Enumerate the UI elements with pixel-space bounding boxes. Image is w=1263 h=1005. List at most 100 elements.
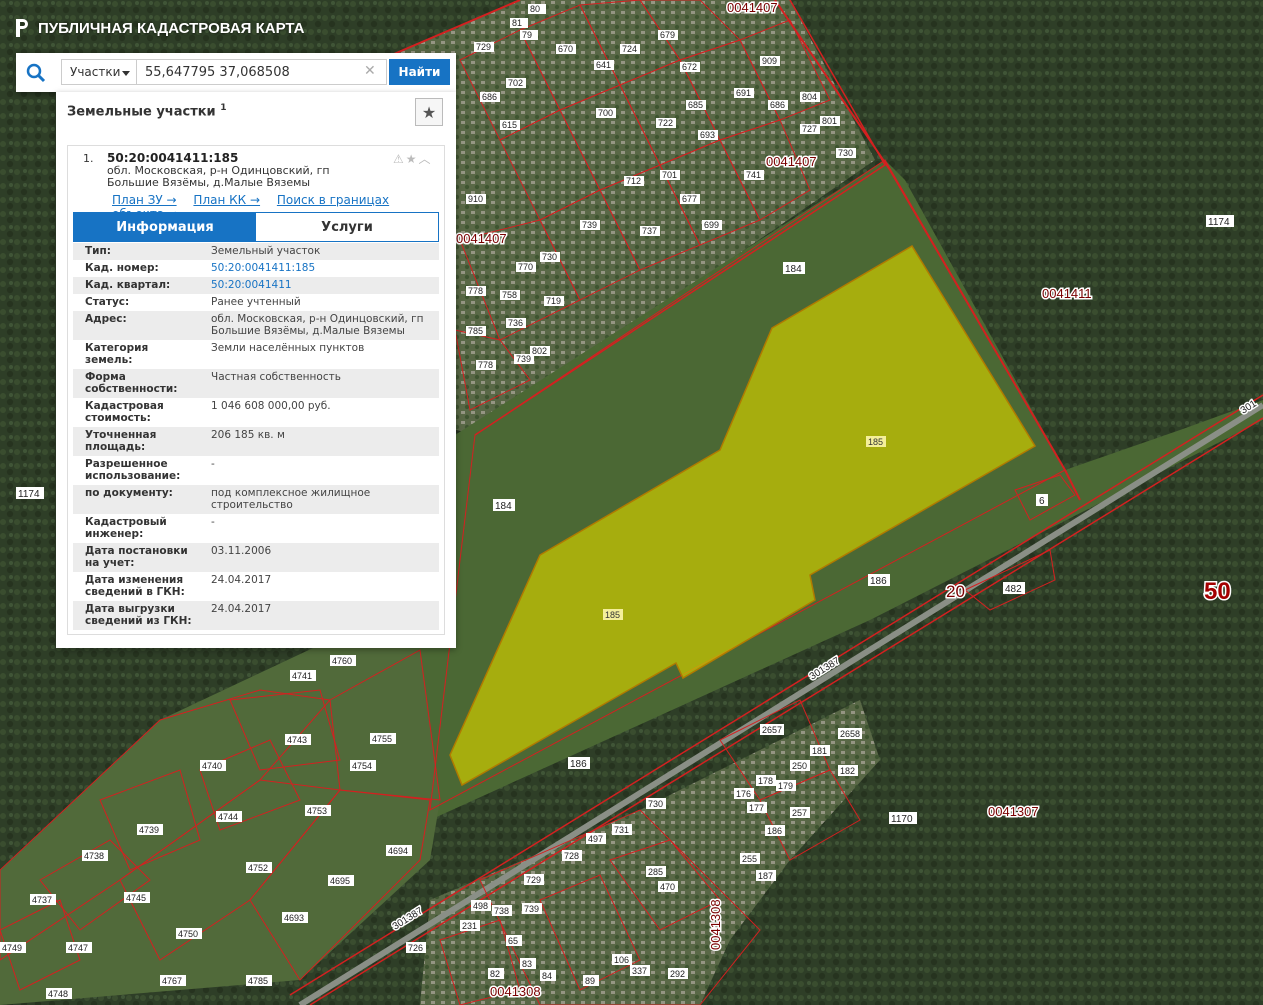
field-label: 482 — [1005, 584, 1022, 595]
tab-info[interactable]: Информация — [74, 213, 256, 241]
parcel-label: 250 — [792, 761, 807, 771]
clear-icon[interactable]: ✕ — [364, 63, 376, 79]
app-title: ПУБЛИЧНАЯ КАДАСТРОВАЯ КАРТА — [38, 19, 305, 37]
star-icon[interactable]: ★ — [406, 152, 419, 166]
parcel-label: 4785 — [248, 976, 268, 986]
row-value: 03.11.2006 — [199, 543, 439, 572]
plan-zu-link[interactable]: План ЗУ → — [112, 193, 177, 207]
parcel-label: 80 — [530, 4, 540, 14]
district-label: 20 — [946, 582, 965, 601]
parcel-label: 4748 — [48, 989, 68, 999]
parcel-label: 702 — [508, 78, 523, 88]
row-value: под комплексное жилищное строительство — [199, 485, 439, 514]
result-card: 1. 50:20:0041411:185 обл. Московская, р-… — [67, 145, 445, 635]
results-panel: Земельные участки 1 ★ 1. 50:20:0041411:1… — [56, 92, 456, 648]
table-row: Кадастровая стоимость: 1 046 608 000,00 р… — [73, 398, 439, 427]
card-tools: ⚠★︿ — [393, 150, 433, 167]
app-header: ПУБЛИЧНАЯ КАДАСТРОВАЯ КАРТА — [14, 18, 304, 38]
row-key: Кадастровая стоимость: — [85, 400, 164, 424]
parcel-label: 778 — [468, 286, 483, 296]
parcel-label: 4755 — [372, 734, 392, 744]
search-input[interactable] — [137, 59, 387, 85]
parcel-label: 497 — [588, 834, 603, 844]
parcel-label: 4737 — [32, 895, 52, 905]
parcel-label: 693 — [700, 130, 715, 140]
parcel-label: 4695 — [330, 876, 350, 886]
quarter-label: 0041307 — [988, 804, 1039, 819]
parcel-label: 4749 — [2, 943, 22, 953]
parcel-label: 4739 — [139, 825, 159, 835]
parcel-label: 910 — [468, 194, 483, 204]
parcel-label: 79 — [522, 30, 532, 40]
search-button[interactable]: Найти — [389, 59, 450, 85]
parcel-label: 65 — [508, 936, 518, 946]
parcel-label: 83 — [522, 959, 532, 969]
parcel-label: 802 — [532, 346, 547, 356]
parcel-label: 739 — [582, 220, 597, 230]
parcel-label: 804 — [802, 92, 817, 102]
table-row: Кадастровый инженер: - — [73, 514, 439, 543]
field-label: 1170 — [891, 814, 913, 825]
search-type-label: Участки — [70, 65, 121, 79]
parcel-label: 728 — [564, 851, 579, 861]
parcel-label: 778 — [478, 360, 493, 370]
field-label: 184 — [785, 264, 802, 275]
parcel-label: 4740 — [202, 761, 222, 771]
parcel-label: 724 — [622, 44, 637, 54]
row-key: Тип: — [73, 243, 199, 260]
parcel-label: 181 — [812, 746, 827, 756]
parcel-label: 909 — [762, 56, 777, 66]
parcel-label: 741 — [746, 170, 761, 180]
row-value: Земли населённых пунктов — [211, 342, 365, 354]
parcel-label: 179 — [778, 781, 793, 791]
row-key: Дата постановки на учет: — [73, 543, 199, 572]
search-type-select[interactable]: Участки — [61, 59, 137, 85]
table-row: Тип: Земельный участок — [73, 243, 439, 260]
parcel-label: 2657 — [762, 725, 782, 735]
table-row: Форма собственности: Частная собственност… — [73, 369, 439, 398]
parcel-label: 178 — [758, 776, 773, 786]
cad-quarter-link[interactable]: 50:20:0041411 — [199, 277, 439, 294]
search-icon[interactable] — [16, 53, 56, 92]
field-label: 186 — [570, 759, 587, 770]
favorites-button[interactable]: ★ — [415, 98, 443, 126]
panel-title-text: Земельные участки — [67, 104, 216, 120]
row-key: Разрешенное использование: — [85, 458, 181, 482]
parcel-label: 4741 — [292, 671, 312, 681]
row-key: Кад. номер: — [85, 262, 159, 274]
row-value: 206 185 кв. м — [199, 427, 439, 456]
parcel-label: 185 — [605, 610, 620, 620]
row-value: 1 046 608 000,00 руб. — [211, 400, 331, 412]
parcel-label: 82 — [490, 969, 500, 979]
quarter-label: 0041308 — [490, 984, 541, 999]
parcel-label: 737 — [642, 226, 657, 236]
row-value: - — [211, 516, 215, 528]
warning-icon[interactable]: ⚠ — [393, 152, 406, 166]
plan-kk-link[interactable]: План КК → — [193, 193, 260, 207]
table-row: Категория земель: Земли населённых пункто… — [73, 340, 439, 369]
parcel-label: 770 — [518, 262, 533, 272]
parcel-label: 231 — [462, 921, 477, 931]
chevron-up-icon[interactable]: ︿ — [419, 152, 433, 166]
parcel-label: 701 — [662, 170, 677, 180]
parcel-label: 712 — [626, 176, 641, 186]
cad-number-link[interactable]: 50:20:0041411:185 — [199, 260, 439, 277]
cad-number-title[interactable]: 50:20:0041411:185 — [107, 151, 238, 165]
row-key: Дата изменения сведений в ГКН: — [85, 574, 185, 598]
parcel-label: 672 — [682, 62, 697, 72]
parcel-label: 739 — [516, 354, 531, 364]
quarter-label: 0041407 — [727, 0, 778, 15]
parcel-label: 722 — [658, 118, 673, 128]
result-index: 1. — [83, 152, 94, 165]
row-key: по документу: — [73, 485, 199, 514]
parcel-label: 670 — [558, 44, 573, 54]
row-value: Частная собственность — [199, 369, 439, 398]
parcel-label: 186 — [767, 826, 782, 836]
region-label: 50 — [1204, 578, 1231, 605]
tab-services[interactable]: Услуги — [256, 213, 438, 241]
table-row: Дата выгрузки сведений из ГКН: 24.04.2017 — [73, 601, 439, 630]
parcel-label: 785 — [468, 326, 483, 336]
table-row: Дата изменения сведений в ГКН: 24.04.2017 — [73, 572, 439, 601]
parcel-label: 801 — [822, 116, 837, 126]
parcel-label: 4693 — [284, 913, 304, 923]
